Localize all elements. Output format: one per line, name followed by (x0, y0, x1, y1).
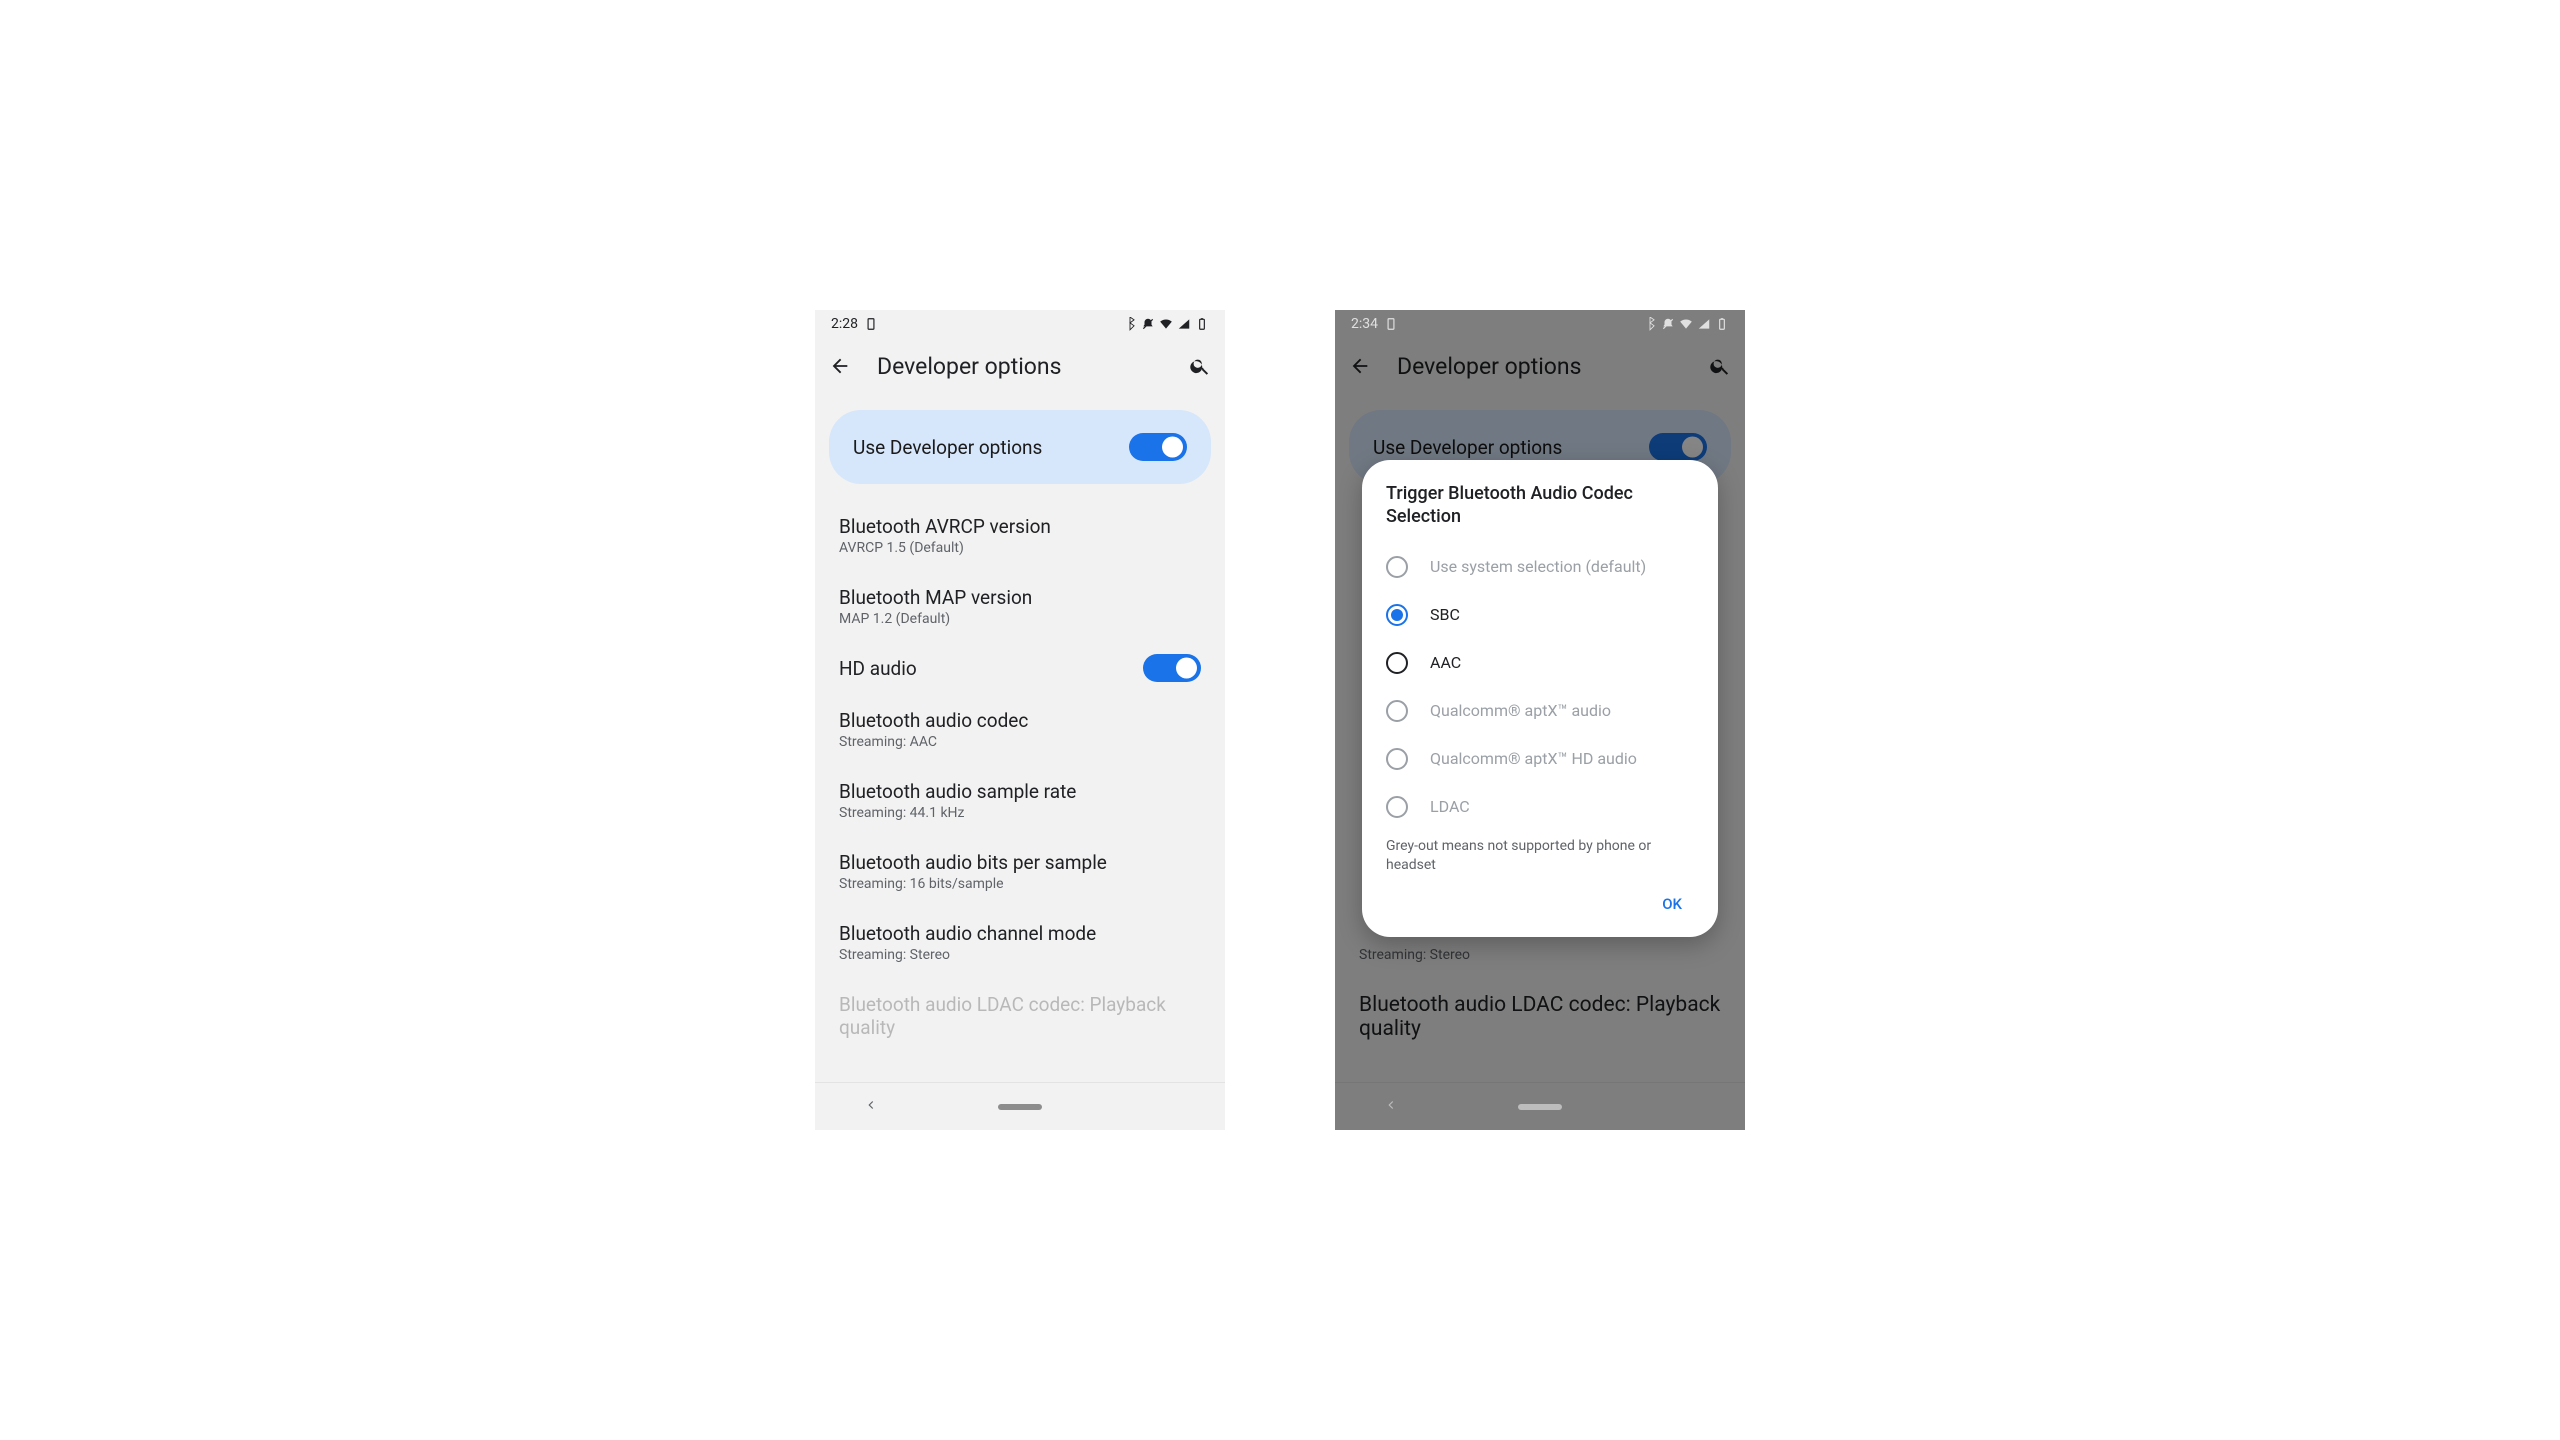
app-bar: Developer options (1335, 338, 1745, 394)
wifi-icon (1159, 317, 1173, 331)
setting-map[interactable]: Bluetooth MAP version MAP 1.2 (Default) (815, 571, 1225, 642)
chevron-left-icon (1384, 1098, 1398, 1112)
app-bar: Developer options (815, 338, 1225, 394)
setting-codec[interactable]: Bluetooth audio codec Streaming: AAC (815, 694, 1225, 765)
setting-title: HD audio (839, 657, 917, 680)
nav-bar (1335, 1082, 1745, 1130)
dialog-title: Trigger Bluetooth Audio Codec Selection (1386, 482, 1694, 529)
nav-home-pill[interactable] (998, 1104, 1042, 1110)
option-label: LDAC (1430, 797, 1470, 816)
setting-bits[interactable]: Bluetooth audio bits per sample Streamin… (815, 836, 1225, 907)
setting-title: Bluetooth audio codec (839, 709, 1201, 732)
setting-title: Bluetooth audio channel mode (839, 922, 1201, 945)
back-button (1349, 355, 1371, 377)
chevron-left-icon (864, 1098, 878, 1112)
setting-subtitle: Streaming: Stereo (1359, 947, 1721, 963)
page-title: Developer options (877, 353, 1062, 380)
option-label: SBC (1430, 605, 1460, 624)
option-ldac: LDAC (1386, 783, 1694, 831)
radio-unselected-icon (1386, 652, 1408, 674)
nav-home-pill[interactable] (1518, 1104, 1562, 1110)
setting-sample-rate[interactable]: Bluetooth audio sample rate Streaming: 4… (815, 765, 1225, 836)
ok-button[interactable]: OK (1650, 885, 1694, 923)
nav-back[interactable] (1384, 1097, 1398, 1116)
status-time: 2:28 (831, 316, 858, 332)
setting-channel-mode: Streaming: Stereo (1335, 930, 1745, 978)
phone-right: 2:34 Developer options Use Developer opt… (1335, 310, 1745, 1130)
status-time: 2:34 (1351, 316, 1378, 332)
settings-list[interactable]: Use Developer options Bluetooth AVRCP ve… (815, 394, 1225, 1082)
setting-title: Bluetooth MAP version (839, 586, 1201, 609)
dnd-icon (1141, 317, 1155, 331)
setting-title: Bluetooth AVRCP version (839, 515, 1201, 538)
use-developer-options-label: Use Developer options (1373, 436, 1562, 459)
setting-hd-audio[interactable]: HD audio (815, 642, 1225, 694)
search-button (1709, 355, 1731, 377)
setting-subtitle: Streaming: 44.1 kHz (839, 805, 1201, 821)
radio-selected-icon (1386, 604, 1408, 626)
signal-icon (1697, 317, 1711, 331)
status-portrait-icon (864, 317, 878, 331)
setting-title: Bluetooth audio LDAC codec: Playback qua… (1359, 993, 1721, 1041)
radio-unselected-icon (1386, 700, 1408, 722)
setting-title: Bluetooth audio bits per sample (839, 851, 1201, 874)
status-bar: 2:34 (1335, 310, 1745, 338)
option-aptx: Qualcomm® aptX™ audio (1386, 687, 1694, 735)
battery-icon (1715, 317, 1729, 331)
setting-ldac[interactable]: Bluetooth audio LDAC codec: Playback qua… (815, 978, 1225, 1054)
radio-unselected-icon (1386, 796, 1408, 818)
use-developer-options-toggle[interactable]: Use Developer options (829, 410, 1211, 484)
back-button[interactable] (829, 355, 851, 377)
search-icon (1189, 355, 1211, 377)
page-title: Developer options (1397, 353, 1582, 380)
setting-subtitle: Streaming: 16 bits/sample (839, 876, 1201, 892)
radio-unselected-icon (1386, 556, 1408, 578)
setting-channel-mode[interactable]: Bluetooth audio channel mode Streaming: … (815, 907, 1225, 978)
option-aac[interactable]: AAC (1386, 639, 1694, 687)
bluetooth-icon (1123, 317, 1137, 331)
search-button[interactable] (1189, 355, 1211, 377)
switch-on-icon[interactable] (1129, 433, 1187, 461)
setting-subtitle: Streaming: Stereo (839, 947, 1201, 963)
signal-icon (1177, 317, 1191, 331)
option-label: Qualcomm® aptX™ HD audio (1430, 749, 1637, 768)
option-label: Qualcomm® aptX™ audio (1430, 701, 1611, 720)
nav-back[interactable] (864, 1097, 878, 1116)
setting-subtitle: Streaming: AAC (839, 734, 1201, 750)
radio-unselected-icon (1386, 748, 1408, 770)
switch-on-icon[interactable] (1143, 654, 1201, 682)
setting-subtitle: AVRCP 1.5 (Default) (839, 540, 1201, 556)
phone-left: 2:28 Developer options Use Developer opt… (815, 310, 1225, 1130)
dialog-footnote: Grey-out means not supported by phone or… (1386, 837, 1694, 875)
option-aptx-hd: Qualcomm® aptX™ HD audio (1386, 735, 1694, 783)
use-developer-options-label: Use Developer options (853, 436, 1042, 459)
battery-icon (1195, 317, 1209, 331)
dnd-icon (1661, 317, 1675, 331)
arrow-back-icon (1349, 355, 1371, 377)
option-sbc[interactable]: SBC (1386, 591, 1694, 639)
option-label: AAC (1430, 653, 1461, 672)
bluetooth-icon (1643, 317, 1657, 331)
setting-title: Bluetooth audio LDAC codec: Playback qua… (839, 993, 1201, 1039)
codec-selection-dialog: Trigger Bluetooth Audio Codec Selection … (1362, 460, 1718, 937)
search-icon (1709, 355, 1731, 377)
setting-subtitle: MAP 1.2 (Default) (839, 611, 1201, 627)
status-portrait-icon (1384, 317, 1398, 331)
nav-bar (815, 1082, 1225, 1130)
setting-ldac: Bluetooth audio LDAC codec: Playback qua… (1335, 978, 1745, 1056)
option-default: Use system selection (default) (1386, 543, 1694, 591)
setting-title: Bluetooth audio sample rate (839, 780, 1201, 803)
arrow-back-icon (829, 355, 851, 377)
option-label: Use system selection (default) (1430, 557, 1646, 576)
status-bar: 2:28 (815, 310, 1225, 338)
setting-avrcp[interactable]: Bluetooth AVRCP version AVRCP 1.5 (Defau… (815, 500, 1225, 571)
switch-on-icon (1649, 433, 1707, 461)
wifi-icon (1679, 317, 1693, 331)
